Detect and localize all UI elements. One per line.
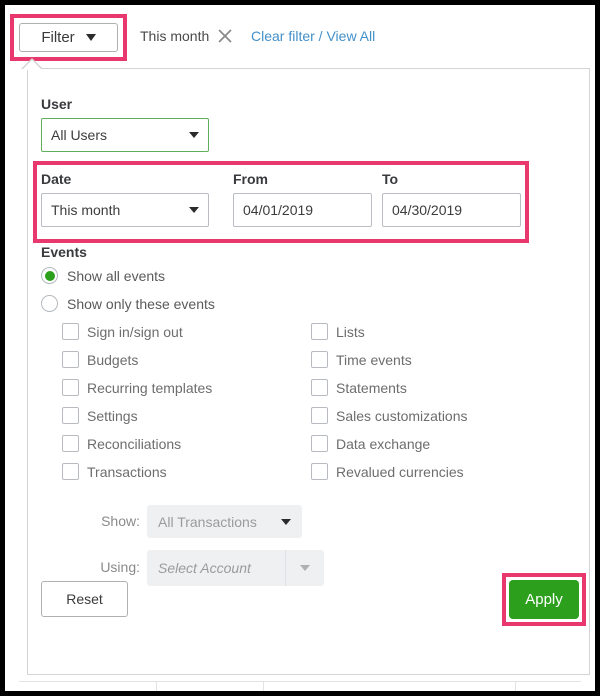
- checkbox-time-events[interactable]: Time events: [311, 351, 412, 368]
- radio-show-only-these-events-label: Show only these events: [67, 295, 215, 312]
- events-label: Events: [41, 244, 87, 260]
- checkbox-budgets[interactable]: Budgets: [62, 351, 138, 368]
- filter-button[interactable]: Filter: [19, 23, 118, 52]
- checkbox-recurring-templates[interactable]: Recurring templates: [62, 379, 212, 396]
- checkbox-unchecked-icon: [311, 351, 328, 368]
- checkbox-label: Transactions: [87, 463, 167, 480]
- checkbox-sales-customizations[interactable]: Sales customizations: [311, 407, 468, 424]
- checkbox-settings[interactable]: Settings: [62, 407, 138, 424]
- checkbox-unchecked-icon: [62, 379, 79, 396]
- apply-button-label: Apply: [525, 591, 563, 608]
- checkbox-unchecked-icon: [62, 463, 79, 480]
- checkbox-unchecked-icon: [62, 407, 79, 424]
- date-range-select-value: This month: [51, 202, 121, 218]
- checkbox-data-exchange[interactable]: Data exchange: [311, 435, 430, 452]
- date-label: Date: [41, 171, 72, 187]
- chevron-down-icon: [189, 132, 199, 138]
- show-label: Show:: [101, 513, 140, 529]
- using-account-placeholder: Select Account: [158, 560, 251, 576]
- checkbox-label: Statements: [336, 379, 407, 396]
- checkbox-label: Lists: [336, 323, 365, 340]
- filter-panel: User All Users Date This month From 04/0…: [27, 68, 590, 675]
- chevron-down-icon: [85, 34, 96, 41]
- reset-button[interactable]: Reset: [41, 581, 128, 617]
- date-range-select[interactable]: This month: [41, 193, 209, 227]
- to-label: To: [382, 171, 399, 187]
- checkbox-label: Sales customizations: [336, 407, 468, 424]
- popover-arrow: [22, 60, 42, 70]
- checkbox-lists[interactable]: Lists: [311, 323, 365, 340]
- to-date-input[interactable]: 04/30/2019: [382, 193, 521, 227]
- checkbox-label: Sign in/sign out: [87, 323, 183, 340]
- to-date-value: 04/30/2019: [392, 202, 463, 218]
- table-column-divider: [263, 682, 264, 691]
- chevron-down-icon: [300, 565, 310, 571]
- user-label: User: [41, 96, 73, 112]
- checkbox-unchecked-icon: [62, 323, 79, 340]
- checkbox-statements[interactable]: Statements: [311, 379, 407, 396]
- checkbox-label: Time events: [336, 351, 412, 368]
- checkbox-unchecked-icon: [311, 407, 328, 424]
- checkbox-unchecked-icon: [62, 351, 79, 368]
- chevron-down-icon: [281, 518, 291, 525]
- show-select[interactable]: All Transactions: [147, 505, 302, 538]
- checkbox-unchecked-icon: [311, 323, 328, 340]
- checkbox-unchecked-icon: [62, 435, 79, 452]
- close-x-icon[interactable]: [217, 28, 233, 44]
- user-select[interactable]: All Users: [41, 118, 209, 152]
- checkbox-label: Reconciliations: [87, 435, 182, 452]
- background-table: [19, 681, 581, 691]
- from-date-input[interactable]: 04/01/2019: [233, 193, 372, 227]
- filter-toolbar: Filter This month Clear filter / View Al…: [5, 5, 595, 63]
- checkbox-label: Recurring templates: [87, 379, 213, 396]
- checkbox-label: Revalued currencies: [336, 463, 464, 480]
- checkbox-unchecked-icon: [311, 379, 328, 396]
- table-column-divider: [515, 682, 516, 691]
- apply-button[interactable]: Apply: [509, 580, 579, 619]
- user-select-value: All Users: [51, 127, 108, 143]
- app-screen: Filter This month Clear filter / View Al…: [5, 5, 595, 691]
- radio-selected-icon: [41, 267, 58, 284]
- chevron-down-icon: [189, 207, 199, 213]
- checkbox-label: Data exchange: [336, 435, 431, 452]
- radio-unselected-icon: [41, 295, 58, 312]
- checkbox-sign-in-sign-out[interactable]: Sign in/sign out: [62, 323, 183, 340]
- checkbox-unchecked-icon: [311, 463, 328, 480]
- chevron-down-icon-wrap: [286, 565, 324, 571]
- reset-button-label: Reset: [66, 591, 103, 607]
- radio-show-all-events-label: Show all events: [67, 267, 166, 284]
- using-label: Using:: [100, 559, 140, 575]
- from-date-value: 04/01/2019: [243, 202, 314, 218]
- checkbox-label: Settings: [87, 407, 138, 424]
- checkbox-revalued-currencies[interactable]: Revalued currencies: [311, 463, 464, 480]
- checkbox-unchecked-icon: [311, 435, 328, 452]
- using-account-select[interactable]: Select Account: [147, 550, 324, 586]
- active-filter-chip-label: This month: [140, 28, 210, 44]
- clear-filter-view-all-link[interactable]: Clear filter / View All: [251, 28, 375, 44]
- checkbox-transactions[interactable]: Transactions: [62, 463, 167, 480]
- radio-show-all-events[interactable]: Show all events: [41, 267, 165, 284]
- checkbox-label: Budgets: [87, 351, 139, 368]
- filter-button-label: Filter: [41, 29, 75, 46]
- from-label: From: [233, 171, 268, 187]
- show-select-value: All Transactions: [158, 513, 257, 530]
- checkbox-reconciliations[interactable]: Reconciliations: [62, 435, 181, 452]
- radio-show-only-these-events[interactable]: Show only these events: [41, 295, 215, 312]
- table-column-divider: [156, 682, 157, 691]
